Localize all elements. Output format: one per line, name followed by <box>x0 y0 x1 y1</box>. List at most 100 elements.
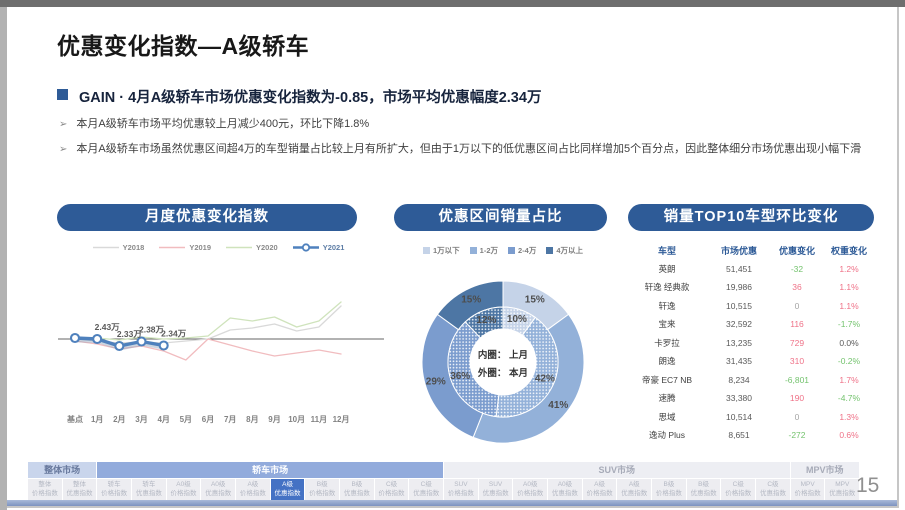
svg-text:15%: 15% <box>525 295 545 306</box>
table-cell: 0.6% <box>822 430 876 440</box>
nav-tab[interactable]: A级价格指数 <box>236 479 270 500</box>
donut-chart: 15%41%29%15%10%42%36%12%内圈： 上月外圈： 本月 <box>398 261 612 469</box>
table-cell: 729 <box>772 338 822 348</box>
table-cell: 31,435 <box>706 356 772 366</box>
nav-tab[interactable]: B级优惠指数 <box>687 479 721 500</box>
table-cell: -4.7% <box>822 393 876 403</box>
svg-text:1月: 1月 <box>91 415 103 424</box>
donut-legend-item: 4万以上 <box>546 245 583 256</box>
svg-text:4月: 4月 <box>157 415 169 424</box>
nav-tab-active[interactable]: A级优惠指数 <box>271 479 305 500</box>
report-slide: 优惠变化指数—A级轿车 GAIN · 4月A级轿车市场优惠变化指数为-0.85，… <box>0 0 905 510</box>
nav-tab[interactable]: MPV价格指数 <box>791 479 825 500</box>
nav-tab[interactable]: C级价格指数 <box>375 479 409 500</box>
table-row: 帝豪 EC7 NB8,234-6,8011.7% <box>628 371 876 390</box>
svg-text:2月: 2月 <box>113 415 125 424</box>
nav-tab[interactable]: C级优惠指数 <box>756 479 790 500</box>
table-row: 卡罗拉13,2357290.0% <box>628 334 876 353</box>
table-row: 轩逸 经典款19,986361.1% <box>628 278 876 297</box>
donut-legend-item: 2-4万 <box>508 245 536 256</box>
nav-tab[interactable]: SUV价格指数 <box>444 479 478 500</box>
donut-chart-legend: 1万以下1-2万2-4万4万以上 <box>396 245 610 256</box>
nav-group-整体市场: 整体市场 <box>28 462 96 478</box>
legend-swatch-icon <box>508 247 515 254</box>
table-cell: 0 <box>772 301 822 311</box>
svg-text:11月: 11月 <box>311 415 327 424</box>
line-chart: 2.43万2.33万2.38万2.34万基点1月2月3月4月5月6月7月8月9月… <box>52 257 387 435</box>
arrow-bullet-icon: ➢ <box>59 141 67 160</box>
legend-item-Y2021: Y2021 <box>293 243 345 252</box>
table-cell: 1.1% <box>822 282 876 292</box>
table-cell: 卡罗拉 <box>628 337 706 349</box>
nav-tab[interactable]: MPV优惠指数 <box>825 479 859 500</box>
svg-text:12月: 12月 <box>333 415 350 424</box>
market-nav-tabs: 整体价格指数整体优惠指数轿车价格指数轿车优惠指数A0级价格指数A0级优惠指数A级… <box>28 479 859 500</box>
table-cell: -1.7% <box>822 319 876 329</box>
nav-tab[interactable]: A0级优惠指数 <box>548 479 582 500</box>
svg-text:12%: 12% <box>476 315 496 326</box>
table-cell: 宝来 <box>628 318 706 330</box>
table-row: 逸动 Plus8,651-2720.6% <box>628 426 876 445</box>
top10-table: 车型市场优惠优惠变化权重变化英朗51,451-321.2%轩逸 经典款19,98… <box>628 241 876 445</box>
svg-text:3月: 3月 <box>135 415 147 424</box>
table-row: 速腾33,380190-4.7% <box>628 389 876 408</box>
window-right-edge <box>897 7 899 508</box>
nav-tab[interactable]: A级优惠指数 <box>617 479 651 500</box>
svg-text:7月: 7月 <box>224 415 236 424</box>
nav-tab[interactable]: SUV优惠指数 <box>479 479 513 500</box>
svg-text:外圈： 本月: 外圈： 本月 <box>477 367 528 379</box>
table-cell: 32,592 <box>706 319 772 329</box>
panel-header-donut: 优惠区间销量占比 <box>394 204 607 231</box>
window-top-edge <box>0 0 905 7</box>
nav-group-轿车市场: 轿车市场 <box>97 462 443 478</box>
table-row: 宝来32,592116-1.7% <box>628 315 876 334</box>
svg-text:5月: 5月 <box>180 415 192 424</box>
panel-header-table: 销量TOP10车型环比变化 <box>628 204 874 231</box>
square-bullet-icon <box>57 89 68 100</box>
donut-legend-item: 1万以下 <box>423 245 460 256</box>
table-cell: 8,234 <box>706 375 772 385</box>
nav-tab[interactable]: A0级价格指数 <box>167 479 201 500</box>
nav-tab[interactable]: 整体价格指数 <box>28 479 62 500</box>
table-header-cell: 优惠变化 <box>772 244 822 257</box>
nav-tab[interactable]: 整体优惠指数 <box>63 479 97 500</box>
svg-text:15%: 15% <box>461 295 481 306</box>
table-cell: 310 <box>772 356 822 366</box>
window-bottom-edge <box>7 506 897 508</box>
nav-tab[interactable]: C级价格指数 <box>721 479 755 500</box>
table-cell: 0 <box>772 412 822 422</box>
table-cell: 1.3% <box>822 412 876 422</box>
bullet-1-text: 本月A级轿车市场平均优惠较上月减少400元，环比下降1.8% <box>76 115 369 135</box>
table-cell: 19,986 <box>706 282 772 292</box>
nav-tab[interactable]: C级优惠指数 <box>409 479 443 500</box>
panel-header-line-chart: 月度优惠变化指数 <box>57 204 357 231</box>
line-chart-legend: Y2018Y2019Y2020Y2021 <box>55 243 382 252</box>
bullet-1: ➢ 本月A级轿车市场平均优惠较上月减少400元，环比下降1.8% <box>59 115 859 135</box>
table-header-cell: 市场优惠 <box>706 244 772 257</box>
svg-text:36%: 36% <box>450 371 470 382</box>
nav-tab[interactable]: A0级价格指数 <box>513 479 547 500</box>
table-cell: 0.0% <box>822 338 876 348</box>
nav-tab[interactable]: 轿车优惠指数 <box>132 479 166 500</box>
svg-text:基点: 基点 <box>66 414 83 424</box>
nav-tab[interactable]: A级价格指数 <box>583 479 617 500</box>
table-cell: 轩逸 <box>628 300 706 312</box>
svg-text:2.34万: 2.34万 <box>161 329 187 339</box>
nav-tab[interactable]: B级优惠指数 <box>340 479 374 500</box>
svg-text:10%: 10% <box>507 314 527 325</box>
table-header-cell: 车型 <box>628 244 706 257</box>
nav-tab[interactable]: B级价格指数 <box>652 479 686 500</box>
nav-group-SUV市场: SUV市场 <box>444 462 790 478</box>
nav-tab[interactable]: A0级优惠指数 <box>201 479 235 500</box>
table-cell: 51,451 <box>706 264 772 274</box>
nav-tab[interactable]: 轿车价格指数 <box>97 479 131 500</box>
page-title: 优惠变化指数—A级轿车 <box>57 27 309 61</box>
nav-tab[interactable]: B级价格指数 <box>305 479 339 500</box>
headline-text: GAIN · 4月A级轿车市场优惠变化指数为-0.85，市场平均优惠幅度2.34… <box>79 86 541 107</box>
legend-item-Y2018: Y2018 <box>93 243 145 252</box>
table-cell: -32 <box>772 264 822 274</box>
table-cell: 速腾 <box>628 392 706 404</box>
legend-swatch-icon <box>470 247 477 254</box>
svg-text:42%: 42% <box>535 374 555 385</box>
table-cell: 36 <box>772 282 822 292</box>
